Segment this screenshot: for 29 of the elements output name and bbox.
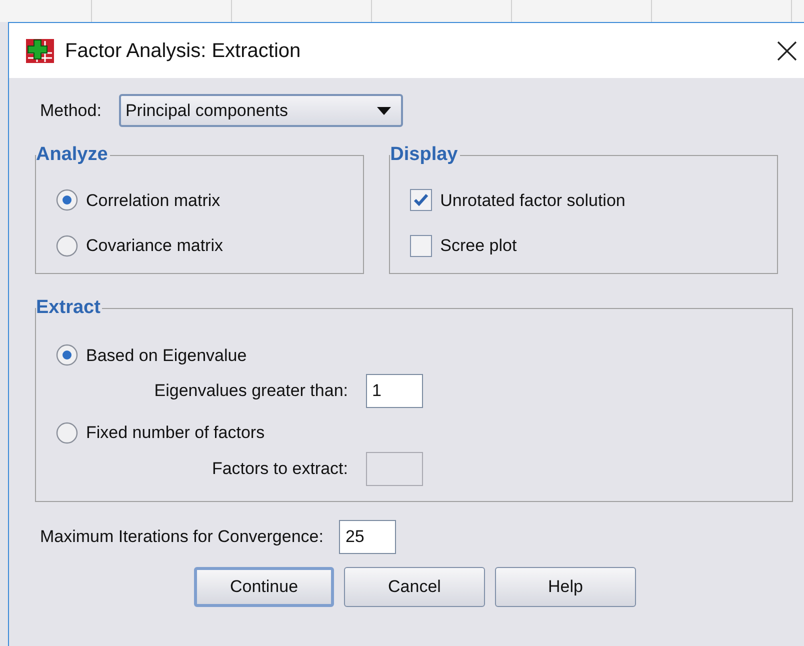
- close-icon[interactable]: [776, 40, 798, 62]
- field-label: Factors to extract:: [210, 458, 348, 480]
- option-label: Fixed number of factors: [86, 422, 265, 444]
- dialog-button[interactable]: Continue: [194, 567, 334, 607]
- checkbox[interactable]: [410, 189, 432, 212]
- window-title: Factor Analysis: Extraction: [65, 38, 301, 64]
- input-field[interactable]: 1: [366, 374, 423, 408]
- method-dropdown[interactable]: Principal components: [119, 94, 404, 127]
- group-title: Display: [390, 143, 459, 167]
- iterations-field[interactable]: 25: [339, 520, 396, 554]
- method-label: Method:: [40, 100, 102, 122]
- group-title: Extract: [36, 296, 102, 320]
- radio-button[interactable]: [56, 189, 78, 212]
- option-label: Scree plot: [440, 235, 517, 257]
- iterations-label: Maximum Iterations for Convergence:: [40, 526, 324, 548]
- radio-button[interactable]: [56, 422, 78, 444]
- option-label: Covariance matrix: [86, 235, 223, 257]
- dialog-button[interactable]: Help: [495, 567, 636, 607]
- dialog-button[interactable]: Cancel: [344, 567, 485, 607]
- app-icon: [25, 38, 55, 64]
- option-label: Based on Eigenvalue: [86, 344, 247, 366]
- option-label: Correlation matrix: [86, 190, 220, 212]
- caret-icon: [377, 106, 392, 114]
- radio-button[interactable]: [56, 234, 78, 257]
- group-title: Analyze: [36, 143, 109, 167]
- option-label: Unrotated factor solution: [440, 190, 626, 212]
- checkbox[interactable]: [410, 234, 432, 257]
- radio-button[interactable]: [56, 344, 78, 366]
- field-label: Eigenvalues greater than:: [153, 380, 348, 402]
